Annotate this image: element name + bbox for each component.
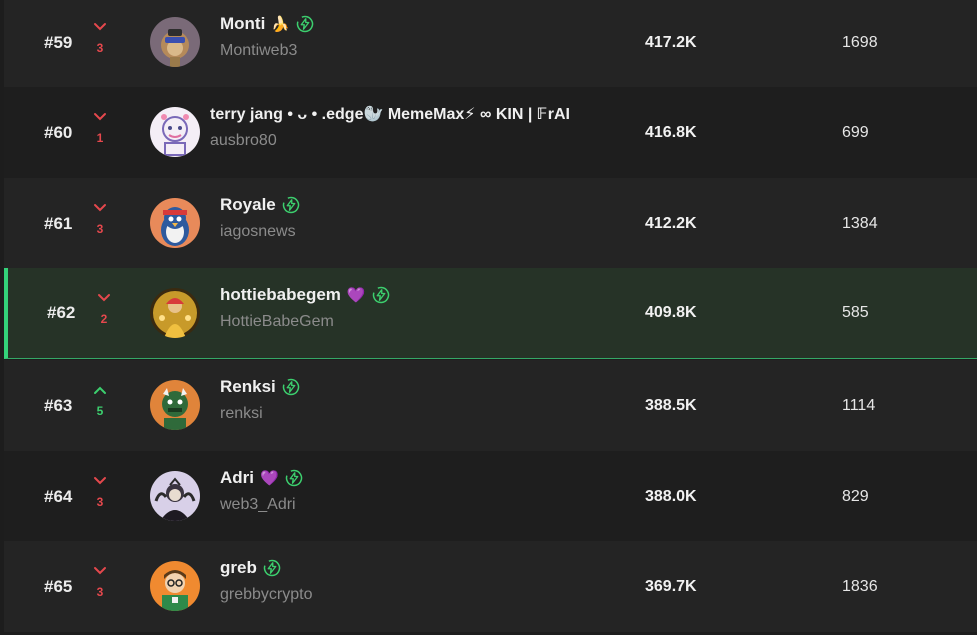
rank-change: 3 — [88, 473, 112, 509]
user-name[interactable]: terry jang • ᴗ • .edge🦭 MemeMax⚡ ∞ KIN |… — [210, 104, 570, 124]
user-name-line: Adri 💜 — [220, 468, 303, 488]
chevron-down-icon — [93, 19, 107, 37]
chevron-down-icon — [93, 563, 107, 581]
user-handle[interactable]: ausbro80 — [210, 132, 277, 150]
rank-change-value: 3 — [96, 41, 104, 55]
user-name-line: Royale — [220, 195, 300, 215]
name-emoji: 🍌 — [271, 15, 291, 33]
user-handle[interactable]: grebbycrypto — [220, 586, 313, 604]
leaderboard-row[interactable]: #59 3 Monti 🍌 Montiweb3 417.2K 1698 — [4, 0, 977, 88]
rank-label: #62 — [47, 303, 76, 322]
name-emoji: 💜 — [260, 469, 279, 487]
count-value: 1698 — [842, 33, 878, 51]
count-value: 1836 — [842, 577, 878, 595]
rank-change: 3 — [88, 563, 112, 599]
user-name[interactable]: hottiebabegem — [220, 285, 341, 305]
user-name[interactable]: Adri — [220, 468, 254, 488]
user-name[interactable]: Renksi — [220, 377, 276, 397]
rank-change-value: 3 — [96, 222, 104, 236]
chevron-down-icon — [93, 200, 107, 218]
count-value: 699 — [842, 123, 869, 141]
rank-label: #64 — [44, 486, 73, 506]
user-handle[interactable]: HottieBabeGem — [220, 313, 334, 331]
user-name-line: Renksi — [220, 377, 300, 397]
avatar[interactable] — [150, 471, 200, 521]
user-name-line: hottiebabegem 💜 — [220, 285, 390, 305]
rank-label: #59 — [44, 32, 73, 52]
user-name-line: terry jang • ᴗ • .edge🦭 MemeMax⚡ ∞ KIN |… — [210, 104, 570, 124]
user-name[interactable]: greb — [220, 558, 257, 578]
count-value: 585 — [842, 304, 869, 321]
leaderboard-row[interactable]: #65 3 greb grebbycrypto 369.7K 1836 — [4, 541, 977, 632]
rank-change: 1 — [88, 109, 112, 145]
rank-label: #65 — [44, 576, 73, 596]
rank-label: #63 — [44, 395, 73, 415]
score-value: 417.2K — [645, 33, 697, 51]
verified-bolt-icon — [372, 286, 390, 304]
user-name[interactable]: Royale — [220, 195, 276, 215]
user-handle[interactable]: iagosnews — [220, 223, 296, 241]
verified-bolt-icon — [282, 378, 300, 396]
leaderboard-row[interactable]: #62 2 hottiebabegem 💜 HottieBabeGem 409.8K 585 — [4, 268, 977, 359]
count-value: 829 — [842, 487, 869, 505]
rank-change: 3 — [88, 200, 112, 236]
avatar[interactable] — [150, 17, 200, 67]
user-name-line: greb — [220, 558, 281, 578]
rank-change-value: 3 — [96, 495, 104, 509]
leaderboard-row[interactable]: #64 3 Adri 💜 web3_Adri 388.0K 829 — [4, 451, 977, 542]
chevron-down-icon — [93, 109, 107, 127]
avatar[interactable] — [150, 561, 200, 611]
user-handle[interactable]: renksi — [220, 405, 263, 423]
leaderboard-row[interactable]: #60 1 terry jang • ᴗ • .edge🦭 MemeMax⚡ ∞ K… — [4, 87, 977, 178]
verified-bolt-icon — [285, 469, 303, 487]
rank-change-value: 5 — [96, 404, 104, 418]
chevron-down-icon — [93, 473, 107, 491]
rank-label: #61 — [44, 213, 73, 233]
avatar[interactable] — [150, 107, 200, 157]
rank-label: #60 — [44, 122, 73, 142]
user-handle[interactable]: Montiweb3 — [220, 42, 297, 60]
count-value: 1114 — [842, 396, 876, 414]
score-value: 388.0K — [645, 487, 697, 505]
rank-change-value: 3 — [96, 585, 104, 599]
verified-bolt-icon — [263, 559, 281, 577]
rank-change: 3 — [88, 19, 112, 55]
user-name-line: Monti 🍌 — [220, 14, 314, 34]
chevron-down-icon — [97, 290, 111, 308]
rank-change: 2 — [92, 290, 116, 326]
score-value: 369.7K — [645, 577, 697, 595]
verified-bolt-icon — [282, 196, 300, 214]
avatar[interactable] — [150, 198, 200, 248]
count-value: 1384 — [842, 214, 878, 232]
user-handle[interactable]: web3_Adri — [220, 496, 296, 514]
rank-change-value: 1 — [96, 131, 104, 145]
user-name[interactable]: Monti — [220, 14, 265, 34]
score-value: 416.8K — [645, 123, 697, 141]
leaderboard-row[interactable]: #61 3 Royale iagosnews 412.2K 1384 — [4, 178, 977, 269]
score-value: 409.8K — [645, 304, 697, 321]
rank-change-value: 2 — [100, 312, 108, 326]
name-emoji: 💜 — [346, 286, 366, 304]
avatar[interactable] — [150, 380, 200, 430]
chevron-up-icon — [93, 382, 107, 400]
avatar[interactable] — [150, 288, 200, 338]
verified-bolt-icon — [296, 15, 314, 33]
leaderboard: #59 3 Monti 🍌 Montiweb3 417.2K 1698 #60 1 terry j… — [0, 0, 977, 635]
rank-change: 5 — [88, 382, 112, 418]
leaderboard-row[interactable]: #63 5 Renksi renksi 388.5K 1114 — [4, 360, 977, 451]
score-value: 388.5K — [645, 396, 697, 414]
score-value: 412.2K — [645, 214, 697, 232]
